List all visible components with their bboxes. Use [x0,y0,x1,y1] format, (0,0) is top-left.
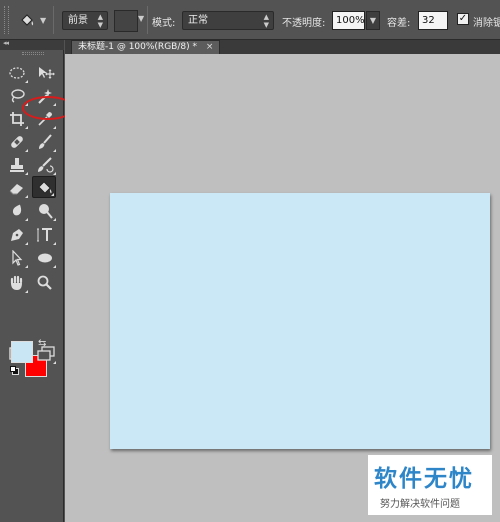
type-tool[interactable] [33,224,57,246]
eraser-tool[interactable] [5,177,29,199]
ellipse-icon [38,253,52,263]
stepper-arrows-icon: ▲ ▼ [263,13,269,29]
foreground-color-swatch[interactable] [11,341,33,363]
history-brush-tool[interactable] [33,154,57,176]
opacity-input[interactable]: 100% [332,11,365,30]
path-selection-tool[interactable] [5,247,29,269]
arrow-icon [12,250,23,266]
pattern-picker[interactable] [114,10,138,32]
eraser-icon [9,184,23,195]
rectangular-marquee-tool[interactable] [5,62,29,84]
hand-tool[interactable] [5,272,29,294]
dodge-icon [39,204,53,219]
marquee-icon [9,67,25,79]
type-icon [37,228,52,242]
brush-icon [39,134,52,149]
mode-label: 模式: [152,18,176,29]
opacity-dropdown-button[interactable]: ▼ [366,11,380,30]
antialias-checkbox[interactable]: ✓ [457,13,469,25]
watermark-title: 软件无忧 [374,466,474,492]
tool-preset-picker[interactable]: ▼ [14,8,50,32]
history-brush-icon [38,157,54,173]
chevron-down-icon[interactable]: ▼ [138,14,144,23]
blur-icon [12,204,22,216]
workspace [65,54,500,522]
divider [53,6,54,34]
dodge-tool[interactable] [33,200,57,222]
tolerance-label: 容差: [387,18,411,29]
default-colors-icon[interactable] [10,366,20,376]
document-canvas[interactable] [110,193,490,449]
fill-source-select[interactable]: 前景 ▲ ▼ [62,11,108,30]
antialias-label: 消除锯 [473,18,500,29]
bandage-icon [11,136,23,148]
opacity-label: 不透明度: [282,18,326,29]
stepper-arrows-icon: ▲ ▼ [97,13,103,29]
screen-mode-icon [37,346,55,361]
watermark: 软件无忧 努力解决软件问题 [368,455,492,515]
zoom-tool[interactable] [33,272,57,294]
healing-brush-tool[interactable] [5,131,29,153]
close-icon[interactable]: × [206,42,214,52]
tools-panel: ◂◂ ⇆ [0,39,74,522]
move-tool[interactable] [33,62,57,84]
brush-tool[interactable] [33,131,57,153]
pen-icon [11,229,23,241]
document-tab-bar: 未标题-1 @ 100%(RGB/8) * × [65,40,500,54]
screen-mode-button[interactable] [33,343,57,365]
zoom-icon [37,275,52,290]
options-bar-grip[interactable] [4,6,9,34]
mode-value: 正常 [188,15,208,26]
stamp-icon [10,158,24,172]
clone-stamp-tool[interactable] [5,154,29,176]
ellipse-tool[interactable] [33,247,57,269]
tolerance-input[interactable]: 32 [418,11,448,30]
crop-icon [10,112,24,126]
paint-bucket-icon [21,14,34,26]
hand-icon [10,275,23,290]
mode-select[interactable]: 正常 ▲ ▼ [182,11,274,30]
move-icon [39,67,55,79]
document-tab-title: 未标题-1 @ 100%(RGB/8) * [78,42,197,52]
chevron-down-icon: ▼ [40,16,47,25]
tools-panel-header: ◂◂ [0,39,64,50]
paint-bucket-tool[interactable] [32,176,56,198]
lasso-icon [11,89,25,103]
tools-panel-grip[interactable] [22,52,44,55]
document-tab[interactable]: 未标题-1 @ 100%(RGB/8) * × [71,40,221,54]
fill-source-value: 前景 [68,15,88,26]
divider [147,6,148,34]
options-bar: ▼ 前景 ▲ ▼ ▼ 模式: 正常 ▲ ▼ 不透明度: 100% ▼ 容差: 32 … [0,0,500,40]
pen-tool[interactable] [5,224,29,246]
blur-tool[interactable] [5,200,29,222]
watermark-subtitle: 努力解决软件问题 [380,499,460,510]
collapse-icon[interactable]: ◂◂ [3,39,9,47]
